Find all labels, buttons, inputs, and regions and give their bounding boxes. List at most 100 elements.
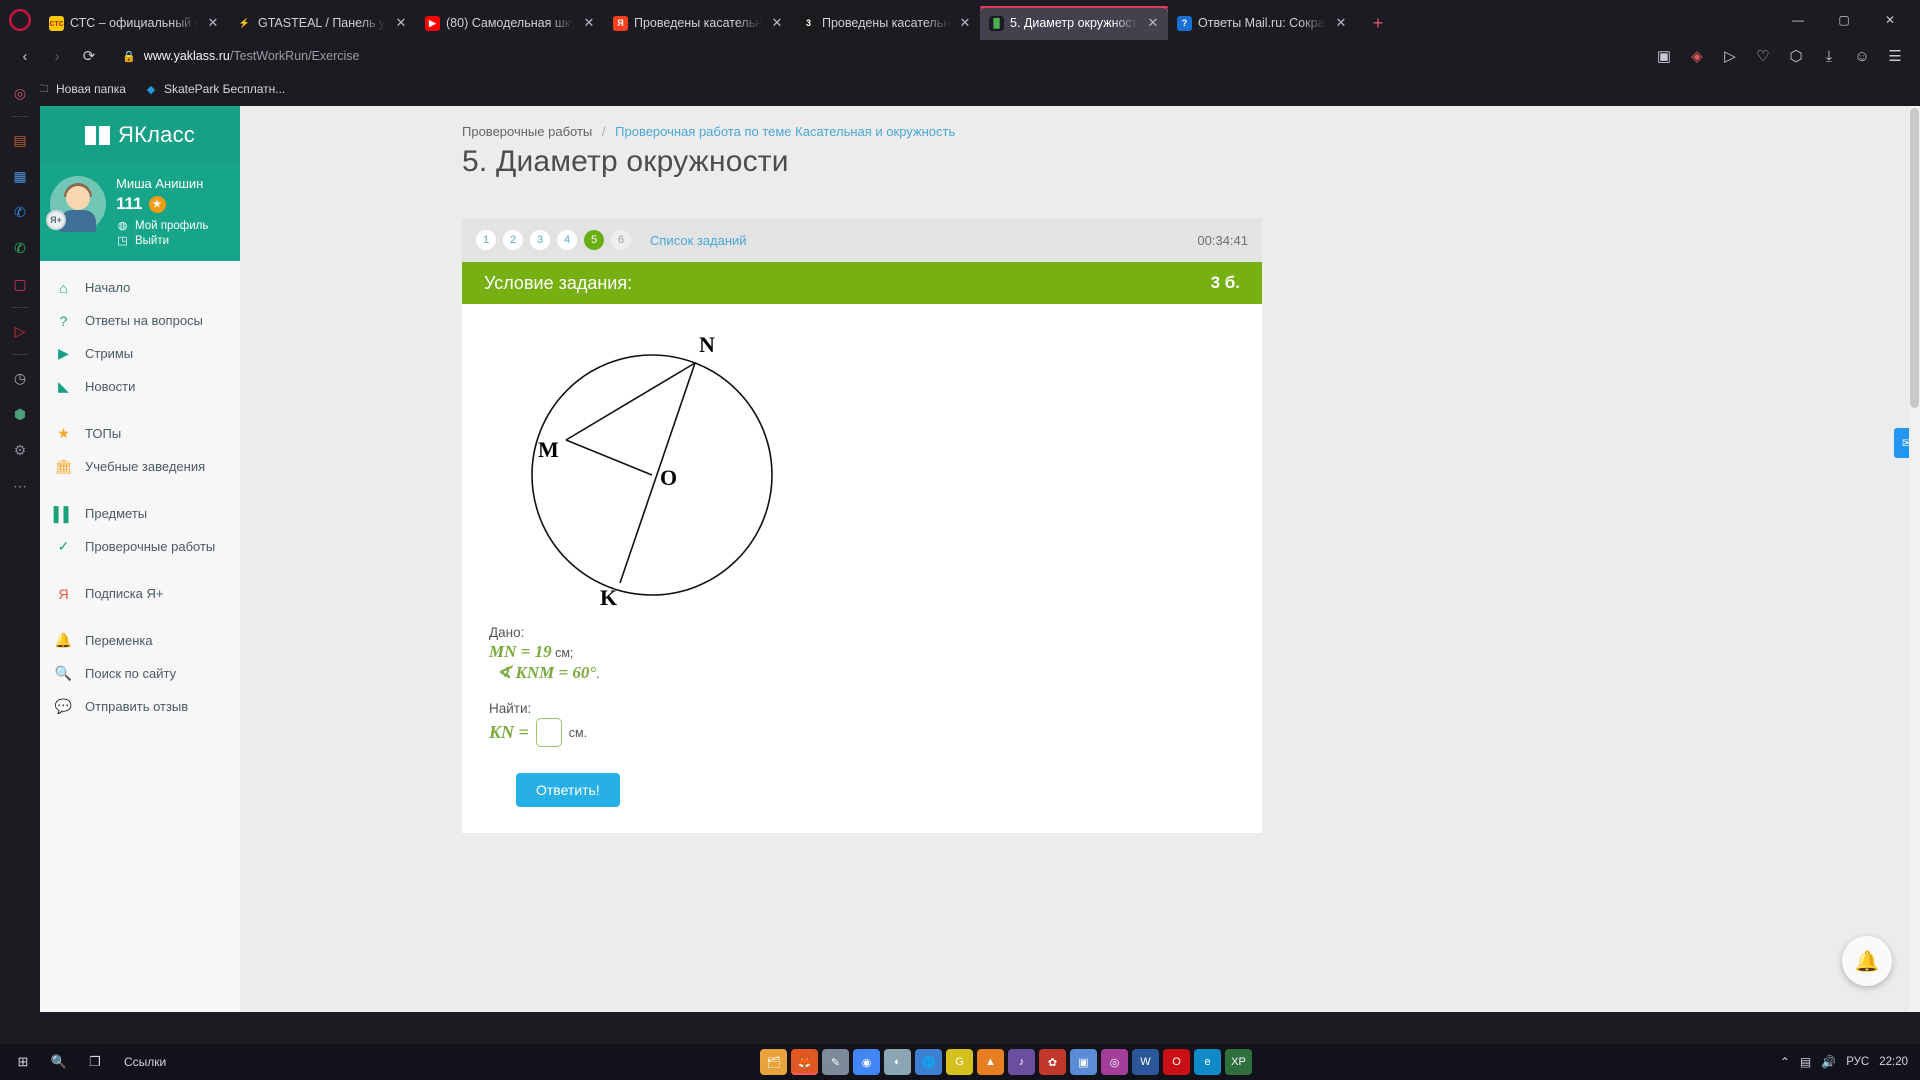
minimize-button[interactable]: — (1776, 4, 1820, 36)
sidebar-item-переменка[interactable]: 🔔 Переменка (40, 624, 240, 657)
browser-tab-4[interactable]: 3 Проведены касательные с ✕ (792, 6, 980, 40)
step-6[interactable]: 6 (611, 230, 631, 250)
taskbar-music-icon[interactable]: ♪ (1008, 1049, 1035, 1075)
notification-fab-button[interactable]: 🔔 (1842, 936, 1892, 986)
more-icon[interactable]: ⋯ (7, 473, 33, 499)
scrollbar-thumb[interactable] (1910, 108, 1919, 408)
sidebar-item-проверочные-работы[interactable]: ✓ Проверочные работы (40, 530, 240, 563)
breadcrumb-root[interactable]: Проверочные работы (462, 124, 592, 139)
task-list-link[interactable]: Список заданий (650, 233, 747, 248)
back-button[interactable]: ‹ (10, 42, 40, 70)
tab-close-icon[interactable]: ✕ (204, 14, 222, 32)
clock-icon[interactable]: ◷ (7, 365, 33, 391)
whatsapp-icon[interactable]: ✆ (7, 235, 33, 261)
browser-tab-5[interactable]: ▐▌ 5. Диаметр окружности ✕ (980, 6, 1168, 40)
compass-icon[interactable]: ◎ (7, 80, 33, 106)
sidebar-item-подписка-я-[interactable]: Я Подписка Я+ (40, 577, 240, 610)
sidebar-item-учебные-заведения[interactable]: 🏛 Учебные заведения (40, 450, 240, 483)
taskbar-photos-icon[interactable]: ▣ (1070, 1049, 1097, 1075)
step-3[interactable]: 3 (530, 230, 550, 250)
windows-icon[interactable]: ⊞ (6, 1046, 40, 1078)
clock[interactable]: 22:20 (1879, 1056, 1908, 1068)
taskbar-steam-icon[interactable]: ◐ (884, 1049, 911, 1075)
sidebar-item-отправить-отзыв[interactable]: 💬 Отправить отзыв (40, 690, 240, 723)
maximize-button[interactable]: ▢ (1822, 4, 1866, 36)
taskbar-note-icon[interactable]: ✎ (822, 1049, 849, 1075)
answer-input[interactable] (535, 718, 562, 747)
briefcase-icon[interactable]: ▤ (7, 127, 33, 153)
browser-tab-6[interactable]: ? Ответы Mail.ru: Сокращен ✕ (1168, 6, 1356, 40)
taskbar-gta-icon[interactable]: G (946, 1049, 973, 1075)
step-4[interactable]: 4 (557, 230, 577, 250)
sidebar-item-топы[interactable]: ★ ТОПы (40, 417, 240, 450)
volume-icon[interactable]: 🔊 (1821, 1055, 1836, 1069)
messenger-icon[interactable]: ✆ (7, 199, 33, 225)
taskbar-paint-icon[interactable]: ✿ (1039, 1049, 1066, 1075)
chevron-up-icon[interactable]: ⌃ (1780, 1055, 1790, 1069)
sidebar-item-поиск-по-сайту[interactable]: 🔍 Поиск по сайту (40, 657, 240, 690)
sidebar-item-label: ТОПы (85, 426, 122, 441)
taskbar-vlc-icon[interactable]: ▲ (977, 1049, 1004, 1075)
calendar-icon[interactable]: ▦ (7, 163, 33, 189)
reload-button[interactable]: ⟳ (74, 42, 104, 70)
tab-close-icon[interactable]: ✕ (392, 14, 410, 32)
taskbar-opera-icon[interactable]: O (1163, 1049, 1190, 1075)
browser-tab-1[interactable]: ⚡ GTASTEAL / Панель управ ✕ (228, 6, 416, 40)
step-2[interactable]: 2 (503, 230, 523, 250)
tab-close-icon[interactable]: ✕ (1332, 14, 1350, 32)
puzzle-icon[interactable]: ⬡ (1781, 42, 1811, 70)
gear-icon[interactable]: ⚙ (7, 437, 33, 463)
app-menu-icon[interactable]: ☰ (1880, 42, 1910, 70)
new-tab-button[interactable]: + (1364, 9, 1392, 37)
step-5[interactable]: 5 (584, 230, 604, 250)
search-icon[interactable]: 🔍 (42, 1046, 76, 1078)
sidebar-item-предметы[interactable]: ▌▌ Предметы (40, 497, 240, 530)
yaklass-logo[interactable]: ЯКласс (40, 106, 240, 164)
sidebar-item-начало[interactable]: ⌂ Начало (40, 271, 240, 304)
close-window-button[interactable]: ✕ (1868, 4, 1912, 36)
forward-button[interactable]: › (42, 42, 72, 70)
taskbar-edge-icon[interactable]: e (1194, 1049, 1221, 1075)
taskbar-links-label[interactable]: Ссылки (124, 1055, 166, 1069)
tab-close-icon[interactable]: ✕ (768, 14, 786, 32)
browser-tab-2[interactable]: ▶ (80) Самодельная шкурк ✕ (416, 6, 604, 40)
tab-close-icon[interactable]: ✕ (580, 14, 598, 32)
cube-icon[interactable]: ⬢ (7, 401, 33, 427)
sidebar-item-новости[interactable]: ◣ Новости (40, 370, 240, 403)
profile-link-my-profile[interactable]: ◍ Мой профиль (116, 219, 209, 233)
profile-link-logout[interactable]: ◳ Выйти (116, 234, 208, 248)
taskbar-globe-icon[interactable]: 🌐 (915, 1049, 942, 1075)
browser-tab-3[interactable]: Я Проведены касательные с ✕ (604, 6, 792, 40)
shield-icon[interactable]: ◈ (1682, 42, 1712, 70)
address-bar[interactable]: 🔒 www.yaklass.ru/TestWorkRun/Exercise (112, 43, 1641, 69)
taskview-icon[interactable]: ❐ (78, 1046, 112, 1078)
sidebar-item-стримы[interactable]: ▶ Стримы (40, 337, 240, 370)
cast-icon[interactable]: ▷ (1715, 42, 1745, 70)
browser-tab-0[interactable]: стс СТС – официальный сайт ✕ (40, 6, 228, 40)
profile-icon[interactable]: ☺ (1847, 42, 1877, 70)
submit-answer-button[interactable]: Ответить! (516, 773, 620, 807)
sidebar-item-ответы-на-вопросы[interactable]: ? Ответы на вопросы (40, 304, 240, 337)
taskbar-chrome-icon[interactable]: ◉ (853, 1049, 880, 1075)
download-icon[interactable]: ⤓ (1814, 42, 1844, 70)
youtube-icon[interactable]: ▷ (7, 318, 33, 344)
avatar[interactable]: Я+ (46, 176, 106, 232)
tab-close-icon[interactable]: ✕ (1144, 14, 1162, 32)
taskbar-xp-icon[interactable]: XP (1225, 1049, 1252, 1075)
tab-close-icon[interactable]: ✕ (956, 14, 974, 32)
network-icon[interactable]: ▤ (1800, 1055, 1811, 1069)
bookmark-1[interactable]: ◆ SkatePark Бесплатн... (144, 82, 286, 96)
step-1[interactable]: 1 (476, 230, 496, 250)
taskbar-word-icon[interactable]: W (1132, 1049, 1159, 1075)
instagram-icon[interactable]: ▢ (7, 271, 33, 297)
taskbar-disc-icon[interactable]: ◎ (1101, 1049, 1128, 1075)
breadcrumb-current[interactable]: Проверочная работа по теме Касательная и… (615, 124, 955, 139)
language-indicator[interactable]: РУС (1846, 1056, 1869, 1068)
taskbar-firefox-icon[interactable]: 🦊 (791, 1049, 818, 1075)
heart-icon[interactable]: ♡ (1748, 42, 1778, 70)
firefox-app-icon[interactable] (0, 0, 40, 40)
taskbar-explorer-icon[interactable]: 🗂 (760, 1049, 787, 1075)
camera-icon[interactable]: ▣ (1649, 42, 1679, 70)
page-scrollbar[interactable] (1909, 106, 1920, 1012)
bookmark-0[interactable]: 🗀 Новая папка (36, 82, 126, 96)
